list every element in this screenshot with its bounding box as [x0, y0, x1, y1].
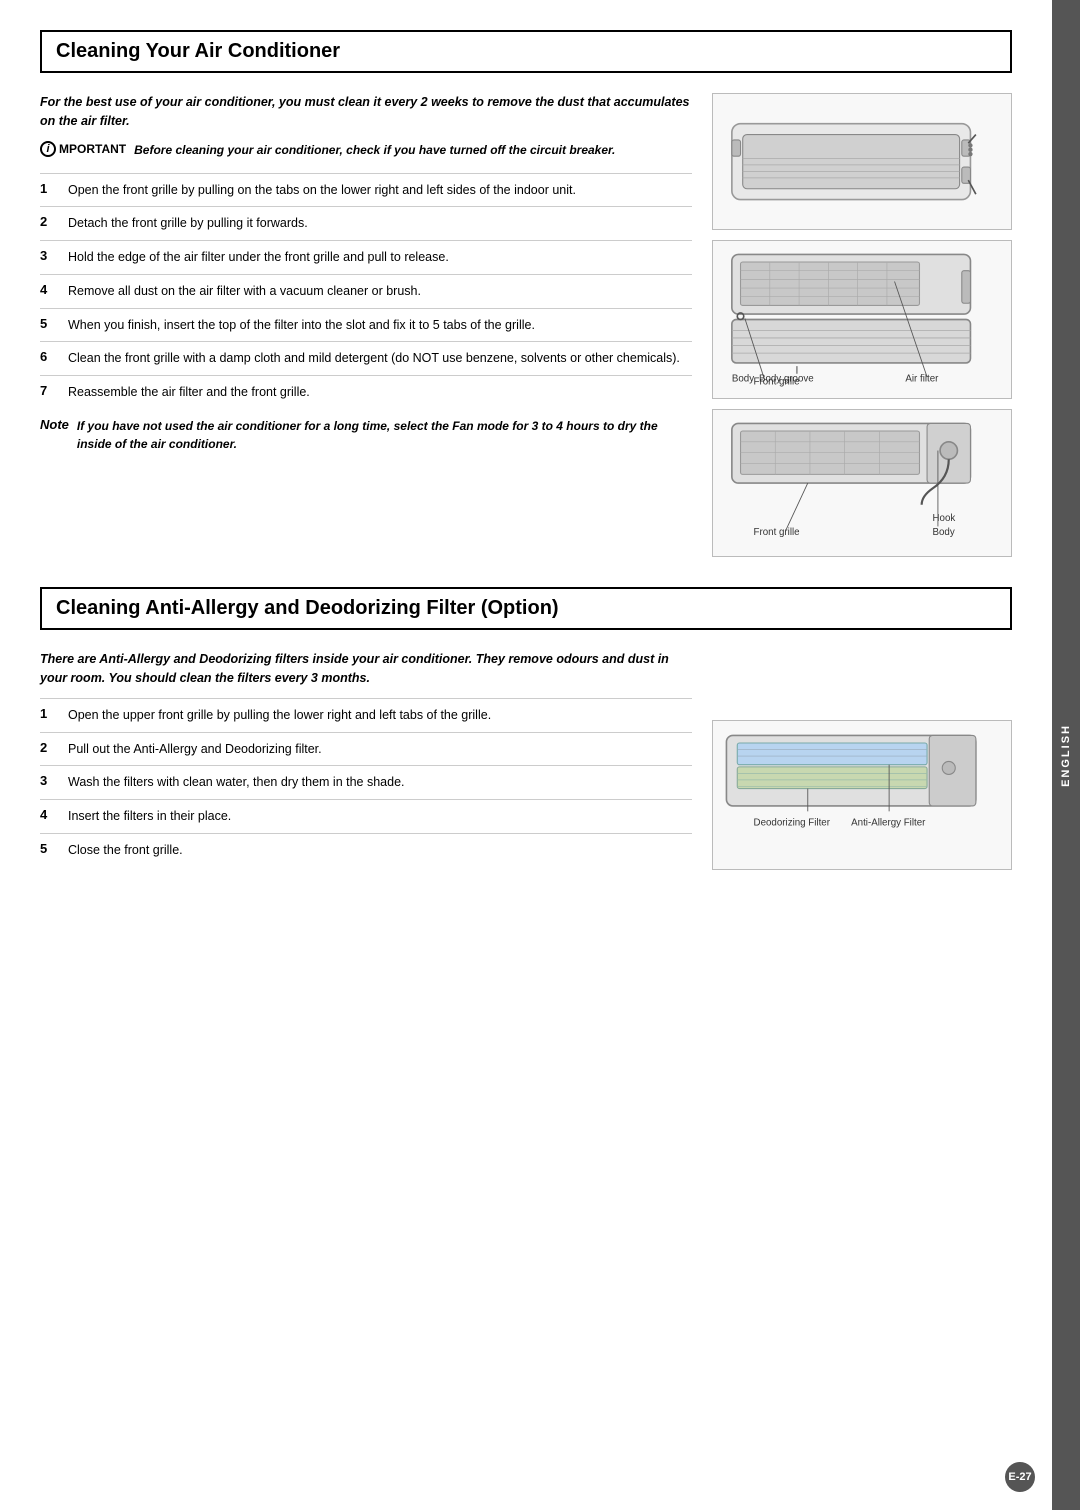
diagram-3: Hook Body Front grille [712, 409, 1012, 557]
step-item: 3 Hold the edge of the air filter under t… [40, 240, 692, 274]
step-number: 4 [40, 282, 58, 297]
important-box: i MPORTANT Before cleaning your air cond… [40, 141, 692, 159]
important-icon: i [40, 141, 56, 157]
note-label: Note [40, 417, 69, 432]
step-text: Pull out the Anti-Allergy and Deodorizin… [68, 740, 322, 759]
step-item: 1 Open the front grille by pulling on the… [40, 173, 692, 207]
step-item: 1 Open the upper front grille by pulling … [40, 698, 692, 732]
step-item: 5 Close the front grille. [40, 833, 692, 867]
step-number: 2 [40, 214, 58, 229]
page-number: E-27 [1005, 1462, 1035, 1492]
step-item: 4 Remove all dust on the air filter with … [40, 274, 692, 308]
step-text: Clean the front grille with a damp cloth… [68, 349, 680, 368]
svg-text:Anti-Allergy Filter: Anti-Allergy Filter [851, 818, 926, 829]
side-tab-text: ENGLISH [1060, 724, 1072, 787]
step-text: Insert the filters in their place. [68, 807, 231, 826]
step-text: Remove all dust on the air filter with a… [68, 282, 421, 301]
step-number: 3 [40, 248, 58, 263]
important-text: Before cleaning your air conditioner, ch… [134, 141, 615, 159]
step-text: Open the upper front grille by pulling t… [68, 706, 491, 725]
svg-text:Hook: Hook [932, 513, 955, 524]
step-text: Close the front grille. [68, 841, 183, 860]
important-label-text: MPORTANT [59, 142, 126, 156]
svg-text:Air filter: Air filter [905, 374, 939, 385]
svg-text:Body groove: Body groove [759, 374, 814, 385]
step-item: 3 Wash the filters with clean water, then… [40, 765, 692, 799]
step-number: 6 [40, 349, 58, 364]
step-number: 4 [40, 807, 58, 822]
section1-intro: For the best use of your air conditioner… [40, 93, 692, 131]
diagram-1 [712, 93, 1012, 230]
step-item: 2 Pull out the Anti-Allergy and Deodorizi… [40, 732, 692, 766]
step-text: Hold the edge of the air filter under th… [68, 248, 449, 267]
svg-text:Front grille: Front grille [754, 527, 800, 538]
step-text: Detach the front grille by pulling it fo… [68, 214, 308, 233]
side-tab: ENGLISH [1052, 0, 1080, 1510]
important-label: i MPORTANT [40, 141, 126, 157]
step-item: 6 Clean the front grille with a damp clot… [40, 341, 692, 375]
step-item: 5 When you finish, insert the top of the … [40, 308, 692, 342]
step-text: Reassemble the air filter and the front … [68, 383, 310, 402]
step-text: Wash the filters with clean water, then … [68, 773, 405, 792]
step-number: 1 [40, 181, 58, 196]
svg-text:Body: Body [732, 374, 754, 385]
step-number: 3 [40, 773, 58, 788]
diagram-4: Deodorizing Filter Anti-Allergy Filter [712, 720, 1012, 870]
diagrams-col-1: Front grille Body groove Air filter Body [712, 93, 1012, 557]
step-item: 4 Insert the filters in their place. [40, 799, 692, 833]
diagram-2: Front grille Body groove Air filter Body [712, 240, 1012, 399]
step-number: 1 [40, 706, 58, 721]
svg-text:Body: Body [932, 527, 954, 538]
step-number: 7 [40, 383, 58, 398]
diagrams-col-2: Deodorizing Filter Anti-Allergy Filter [712, 650, 1012, 870]
step-item: 2 Detach the front grille by pulling it f… [40, 206, 692, 240]
section2-intro: There are Anti-Allergy and Deodorizing f… [40, 650, 692, 688]
step-text: Open the front grille by pulling on the … [68, 181, 576, 200]
step-number: 5 [40, 316, 58, 331]
section1-title: Cleaning Your Air Conditioner [40, 30, 1012, 73]
svg-text:Deodorizing Filter: Deodorizing Filter [754, 818, 831, 829]
note-box: Note If you have not used the air condit… [40, 413, 692, 457]
step-item: 7 Reassemble the air filter and the front… [40, 375, 692, 409]
step-number: 5 [40, 841, 58, 856]
step-text: When you finish, insert the top of the f… [68, 316, 535, 335]
note-text: If you have not used the air conditioner… [77, 417, 692, 453]
section2-title: Cleaning Anti-Allergy and Deodorizing Fi… [40, 587, 1012, 630]
steps-list-1: 1 Open the front grille by pulling on the… [40, 173, 692, 409]
steps-list-2: 1 Open the upper front grille by pulling … [40, 698, 692, 867]
step-number: 2 [40, 740, 58, 755]
